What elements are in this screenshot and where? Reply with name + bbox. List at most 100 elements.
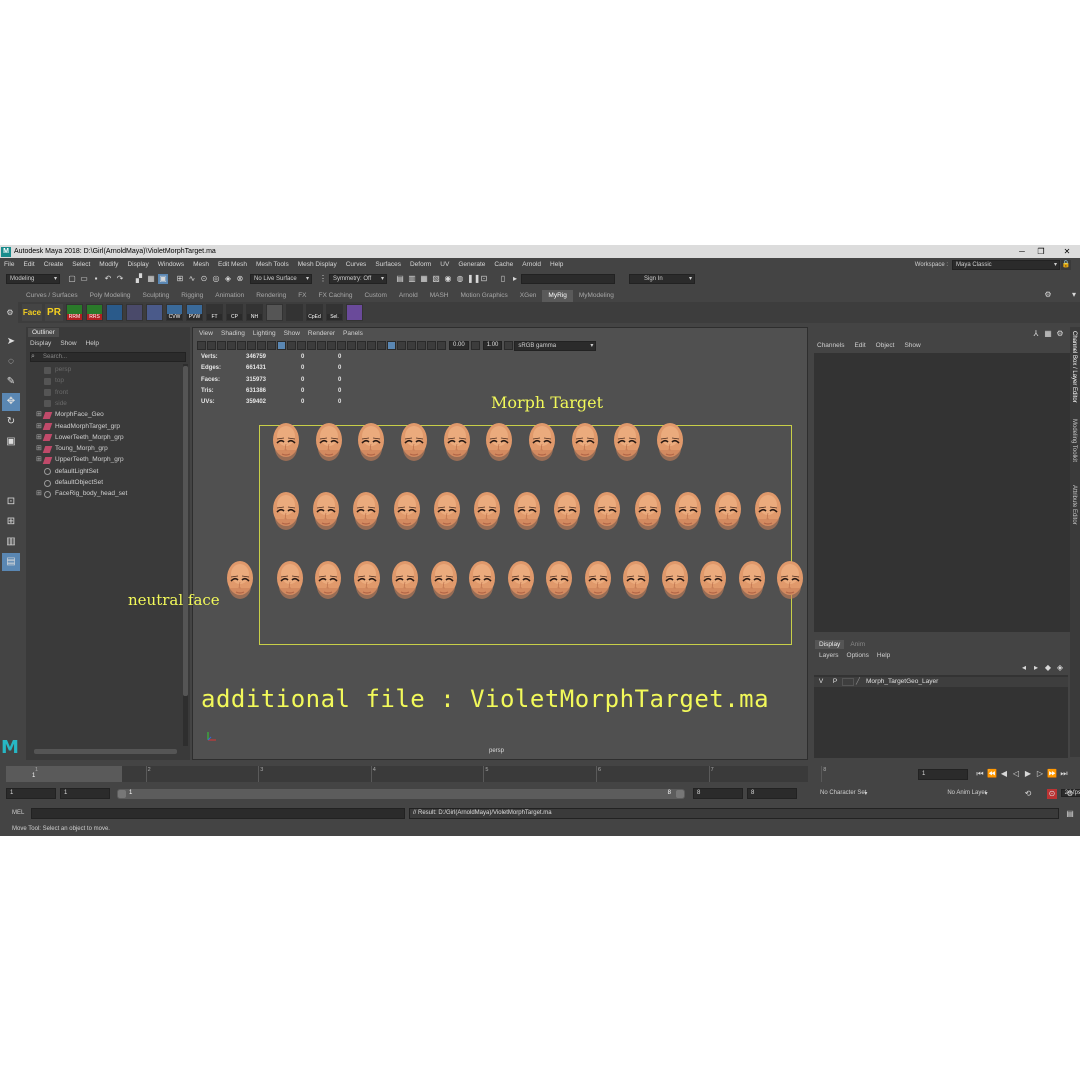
shelf-tab-poly-modeling[interactable]: Poly Modeling bbox=[84, 290, 137, 302]
xray-joints-icon[interactable] bbox=[407, 341, 416, 350]
layer-name[interactable]: Morph_TargetGeo_Layer bbox=[866, 677, 938, 687]
menu-help[interactable]: Help bbox=[546, 261, 568, 268]
select-component-icon[interactable]: ▣ bbox=[158, 274, 168, 284]
isolate-select-icon[interactable] bbox=[387, 341, 396, 350]
quick-select-input[interactable] bbox=[521, 274, 615, 284]
menu-mesh-tools[interactable]: Mesh Tools bbox=[252, 261, 294, 268]
step-forward-key-icon[interactable]: ⏩ bbox=[1047, 769, 1057, 779]
current-frame-field[interactable]: 1 bbox=[918, 768, 968, 780]
shelf-tab-custom[interactable]: Custom bbox=[358, 290, 392, 302]
morph-target-head[interactable] bbox=[544, 558, 574, 602]
sphere-icon[interactable] bbox=[346, 304, 363, 321]
viewport-panel[interactable]: View Shading Lighting Show Renderer Panels bbox=[128, 327, 808, 760]
menu-display[interactable]: Display bbox=[123, 261, 153, 268]
shelf-tab-myrig[interactable]: MyRig bbox=[542, 290, 573, 302]
outliner-layout-icon[interactable]: ▤ bbox=[2, 553, 20, 571]
menu-modify[interactable]: Modify bbox=[95, 261, 123, 268]
magnet-icon[interactable]: ⊗ bbox=[235, 274, 245, 284]
lock-icon[interactable]: 🔒 bbox=[1061, 259, 1071, 270]
workspace-dropdown[interactable]: Maya Classic bbox=[952, 259, 1060, 270]
step-back-frame-icon[interactable]: ◀ bbox=[999, 769, 1009, 779]
motion-blur-icon[interactable] bbox=[357, 341, 366, 350]
snap-grid-icon[interactable]: ⊞ bbox=[175, 274, 185, 284]
close-icon[interactable]: ✕ bbox=[1057, 245, 1077, 258]
cped-icon[interactable]: CpEd bbox=[306, 304, 323, 321]
viewport-menu-renderer[interactable]: Renderer bbox=[308, 330, 335, 337]
animation-start-field[interactable]: 1 bbox=[6, 788, 56, 799]
snap-surface-icon[interactable]: ◈ bbox=[223, 274, 233, 284]
hypershade-icon[interactable]: ◍ bbox=[455, 274, 465, 284]
viewport-menu-lighting[interactable]: Lighting bbox=[253, 330, 276, 337]
layer-visibility-toggle[interactable]: V bbox=[814, 677, 828, 687]
symmetry-dropdown[interactable]: Symmetry: Off bbox=[329, 274, 387, 284]
character-set-dropdown[interactable]: No Character Set bbox=[817, 790, 870, 796]
gamma-field[interactable]: 1.00 bbox=[482, 341, 503, 350]
go-to-end-icon[interactable]: ⏭ bbox=[1059, 769, 1069, 779]
morph-target-head[interactable] bbox=[506, 558, 536, 602]
move-layer-down-icon[interactable]: ▸ bbox=[1031, 663, 1041, 673]
anim-layer-dropdown[interactable]: No Anim Layer bbox=[944, 790, 990, 796]
command-language-label[interactable]: MEL bbox=[12, 810, 24, 816]
morph-target-head[interactable] bbox=[311, 489, 341, 533]
tab-display[interactable]: Display bbox=[815, 640, 845, 649]
channel-menu-channels[interactable]: Channels bbox=[817, 342, 844, 349]
sel-icon[interactable]: Sel. bbox=[326, 304, 343, 321]
ft-icon[interactable]: FT bbox=[206, 304, 223, 321]
expand-icon[interactable]: ⊞ bbox=[36, 433, 42, 443]
morph-target-head[interactable] bbox=[314, 420, 344, 464]
select-hierarchy-icon[interactable]: ▞ bbox=[134, 274, 144, 284]
lasso-tool-icon[interactable]: ◌ bbox=[2, 353, 20, 371]
grid-toggle-icon[interactable] bbox=[237, 341, 246, 350]
redo-icon[interactable]: ↷ bbox=[115, 274, 125, 284]
menu-deform[interactable]: Deform bbox=[406, 261, 436, 268]
layer-color-icon[interactable]: ╱ bbox=[856, 677, 866, 687]
loop-icon[interactable]: ⟲ bbox=[1023, 789, 1033, 799]
layer-menu-layers[interactable]: Layers bbox=[819, 652, 839, 659]
new-scene-icon[interactable]: ▢ bbox=[67, 274, 77, 284]
select-tool-icon[interactable]: ➤ bbox=[2, 333, 20, 351]
single-perspective-icon[interactable]: ⊡ bbox=[2, 493, 20, 511]
morph-target-head[interactable] bbox=[275, 558, 305, 602]
outliner-search-input[interactable]: Search... bbox=[30, 352, 186, 362]
shelf-menu-icon[interactable]: ▾ bbox=[1069, 290, 1079, 300]
sidebar-toggle-icon[interactable]: ▯ bbox=[498, 274, 508, 284]
morph-target-head[interactable] bbox=[570, 420, 600, 464]
cvw-icon[interactable]: CVW bbox=[166, 304, 183, 321]
shelf-tab-sculpting[interactable]: Sculpting bbox=[137, 290, 176, 302]
morph-target-head[interactable] bbox=[392, 489, 422, 533]
render-frame-icon[interactable]: ▥ bbox=[407, 274, 417, 284]
pr-icon[interactable]: PR bbox=[45, 304, 63, 321]
shelf-tab-rendering[interactable]: Rendering bbox=[250, 290, 292, 302]
rrs-icon[interactable]: RRS bbox=[86, 304, 103, 321]
four-view-icon[interactable]: ⊞ bbox=[2, 513, 20, 531]
range-handle-left[interactable] bbox=[118, 790, 126, 798]
script-editor-icon[interactable]: ▤ bbox=[1065, 809, 1075, 819]
play-forwards-icon[interactable]: ▶ bbox=[1023, 769, 1033, 779]
morph-target-head[interactable] bbox=[484, 420, 514, 464]
outliner-item[interactable]: side bbox=[36, 399, 67, 409]
menu-set-dropdown[interactable]: Modeling bbox=[6, 274, 60, 284]
expand-icon[interactable]: ⊞ bbox=[36, 422, 42, 432]
menu-surfaces[interactable]: Surfaces bbox=[371, 261, 406, 268]
menu-edit-mesh[interactable]: Edit Mesh bbox=[214, 261, 252, 268]
morph-target-head[interactable] bbox=[612, 420, 642, 464]
morph-target-head[interactable] bbox=[552, 489, 582, 533]
outliner-menu-help[interactable]: Help bbox=[86, 340, 99, 347]
current-frame-marker[interactable] bbox=[6, 766, 122, 782]
wireframe-on-shaded-icon[interactable] bbox=[307, 341, 316, 350]
morph-target-head[interactable] bbox=[583, 558, 613, 602]
morph-target-head[interactable] bbox=[621, 558, 651, 602]
outliner-tab[interactable]: Outliner bbox=[28, 328, 59, 337]
morph-target-head[interactable] bbox=[472, 489, 502, 533]
image-plane-icon[interactable] bbox=[227, 341, 236, 350]
morph-target-head[interactable] bbox=[356, 420, 386, 464]
animation-end-field[interactable]: 8 bbox=[747, 788, 797, 799]
menu-mesh[interactable]: Mesh bbox=[189, 261, 214, 268]
joints-icon[interactable] bbox=[266, 304, 283, 321]
snap-view-icon[interactable]: ◎ bbox=[211, 274, 221, 284]
outliner-menu-display[interactable]: Display bbox=[30, 340, 51, 347]
smooth-shade-icon[interactable] bbox=[287, 341, 296, 350]
outliner-item[interactable]: ⊞ HeadMorphTarget_grp bbox=[36, 422, 120, 432]
outliner-scrollbar[interactable] bbox=[183, 364, 188, 746]
morph-target-head[interactable] bbox=[655, 420, 685, 464]
